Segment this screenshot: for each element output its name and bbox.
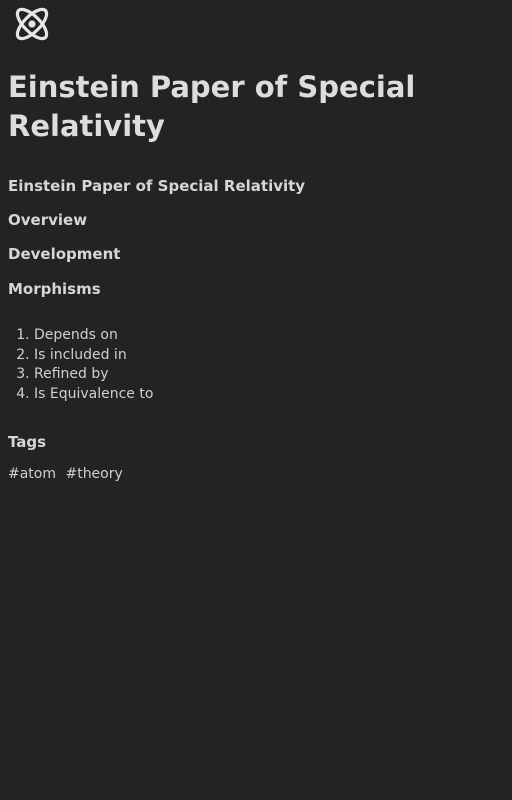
section-tags: Tags [8,433,47,451]
atom-icon[interactable] [10,2,54,46]
tag-theory[interactable]: #theory [65,466,122,482]
list-item-depends-on: Depends on [34,326,153,346]
tag-atom[interactable]: #atom [8,466,56,482]
section-overview: Overview [8,211,88,229]
tag-list: #atom #theory [8,464,123,484]
section-morphisms: Morphisms [8,280,101,298]
morphisms-list: Depends on Is included in Refined by Is … [8,326,153,404]
list-item-equivalence-to: Is Equivalence to [34,385,153,405]
list-item-refined-by: Refined by [34,365,153,385]
page-title: Einstein Paper of Special Relativity [8,70,416,143]
section-development: Development [8,245,121,263]
page: Einstein Paper of Special Relativity Ein… [0,0,512,800]
list-item-included-in: Is included in [34,346,153,366]
page-subtitle: Einstein Paper of Special Relativity [8,177,306,195]
